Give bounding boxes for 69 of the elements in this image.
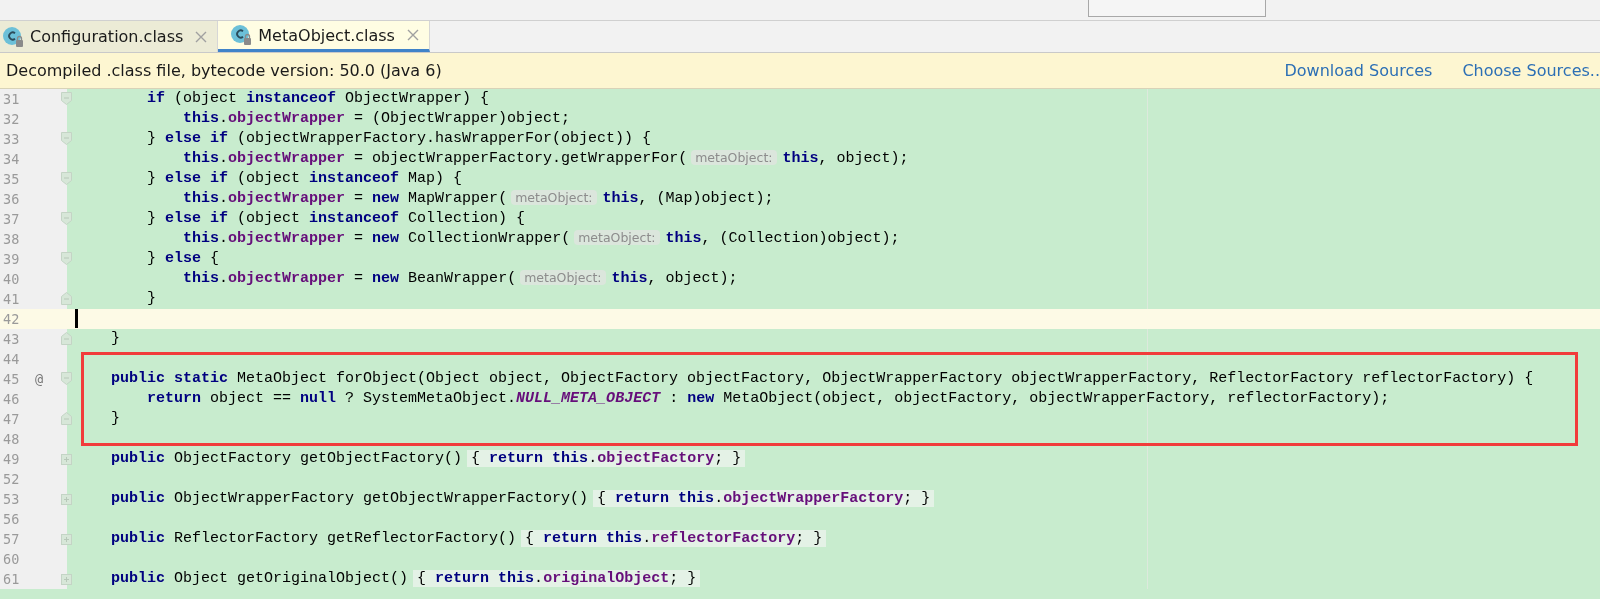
code-line: public ObjectFactory getObjectFactory() { return this.objectFactory; } xyxy=(75,450,746,467)
line-number: 52 xyxy=(2,470,21,489)
text-field[interactable] xyxy=(1088,0,1266,17)
line-number: 41 xyxy=(2,290,21,309)
code-line: } xyxy=(110,410,120,427)
expand-icon[interactable] xyxy=(61,574,72,585)
code-line: } else if (object instanceof Collection) { xyxy=(146,210,526,227)
tab[interactable]: MetaObject.class xyxy=(218,21,430,52)
text-cursor xyxy=(75,309,78,328)
code-line: } else { xyxy=(146,250,220,267)
line-number: 34 xyxy=(2,150,21,169)
code-line: this.objectWrapper = new BeanWrapper( metaObject: this, object); xyxy=(182,270,738,287)
fold-icon[interactable] xyxy=(61,172,72,185)
line-number: 32 xyxy=(2,110,21,129)
code-line: } else if (objectWrapperFactory.hasWrapperFor(object)) { xyxy=(146,130,652,147)
expand-icon[interactable] xyxy=(61,454,72,465)
code-line: return object == null ? SystemMetaObject.NULL_META_OBJECT : new MetaObject(object, objectFactory, objectWrapperFactory, reflectorFactory); xyxy=(146,390,1390,407)
line-number: 37 xyxy=(2,210,21,229)
line-number: 40 xyxy=(2,270,21,289)
link[interactable]: Choose Sources.. xyxy=(1462,61,1600,80)
code-line: } else if (object instanceof Map) { xyxy=(146,170,463,187)
line-number: 36 xyxy=(2,190,21,209)
line-number: 43 xyxy=(2,330,21,349)
code-line: public ObjectWrapperFactory getObjectWrapperFactory() { return this.objectWrapperFactory; } xyxy=(75,490,935,507)
code-line: public Object getOriginalObject() { return this.originalObject; } xyxy=(75,570,701,587)
line-number: 56 xyxy=(2,510,21,529)
code-line: this.objectWrapper = new CollectionWrapper( metaObject: this, (Collection)object); xyxy=(182,230,900,247)
line-number: 60 xyxy=(2,550,21,569)
line-number: 33 xyxy=(2,130,21,149)
fold-icon[interactable] xyxy=(61,332,72,345)
code-line: this.objectWrapper = new MapWrapper( metaObject: this, (Map)object); xyxy=(182,190,774,207)
code-line: public ReflectorFactory getReflectorFactory() { return this.reflectorFactory; } xyxy=(75,530,827,547)
fold-icon[interactable] xyxy=(61,412,72,425)
line-number: 38 xyxy=(2,230,21,249)
line-number: 39 xyxy=(2,250,21,269)
line-number: 53 xyxy=(2,490,21,509)
expand-icon[interactable] xyxy=(61,534,72,545)
line-number: 46 xyxy=(2,390,21,409)
line-number: 57 xyxy=(2,530,21,549)
line-number: 31 xyxy=(2,90,21,109)
gutter-mark: @ xyxy=(35,370,44,389)
line-number: 45 xyxy=(2,370,21,389)
class-icon xyxy=(2,25,24,48)
banner-message: Decompiled .class file, bytecode version: 50.0 (Java 6) xyxy=(6,61,443,80)
link[interactable]: Download Sources xyxy=(1284,61,1433,80)
code-line: } xyxy=(110,330,120,347)
close-icon[interactable] xyxy=(406,29,419,41)
fold-icon[interactable] xyxy=(61,292,72,305)
fold-icon[interactable] xyxy=(61,92,72,105)
code-line: } xyxy=(146,290,156,307)
fold-icon[interactable] xyxy=(61,372,72,385)
line-number: 49 xyxy=(2,450,21,469)
code-line: this.objectWrapper = objectWrapperFactory.getWrapperFor( metaObject: this, object); xyxy=(182,150,909,167)
class-icon xyxy=(230,24,253,46)
line-number: 48 xyxy=(2,430,21,449)
fold-icon[interactable] xyxy=(61,212,72,225)
line-number: 61 xyxy=(2,570,21,589)
code-line: public static MetaObject forObject(Object object, ObjectFactory objectFactory, ObjectWrapperFactory objectWrapperFactory, ReflectorFactory reflectorFactory) { xyxy=(110,370,1534,387)
fold-icon[interactable] xyxy=(61,132,72,145)
fold-icon[interactable] xyxy=(61,252,72,265)
line-number: 47 xyxy=(2,410,21,429)
line-number: 35 xyxy=(2,170,21,189)
code-line: if (object instanceof ObjectWrapper) { xyxy=(146,90,490,107)
expand-icon[interactable] xyxy=(61,494,72,505)
close-icon[interactable] xyxy=(195,30,208,43)
line-number: 42 xyxy=(2,310,21,329)
tab[interactable]: Configuration.class xyxy=(0,21,219,52)
line-number: 44 xyxy=(2,350,21,369)
code-line: this.objectWrapper = (ObjectWrapper)object; xyxy=(182,110,571,127)
